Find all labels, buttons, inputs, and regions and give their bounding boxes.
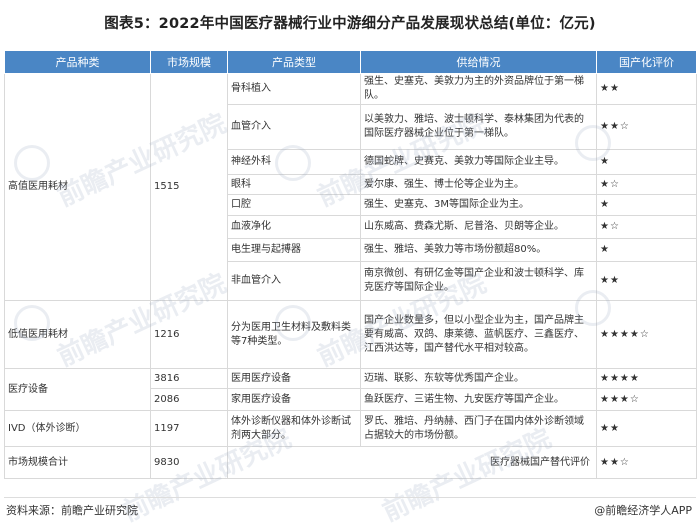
table-row: IVD（体外诊断） 1197 体外诊断仪器和体外诊断试剂两大部分。 罗氏、雅培、…: [4, 410, 697, 447]
supply-cell: 强生、雅培、美敦力等市场份额超80%。: [360, 238, 597, 262]
rating-cell: ★★☆: [596, 104, 697, 150]
header-supply: 供给情况: [360, 50, 597, 74]
type-cell: 电生理与起搏器: [227, 238, 361, 262]
rating-cell: ★☆: [596, 215, 697, 239]
type-cell: 口腔: [227, 194, 361, 216]
rating-cell: ★: [596, 194, 697, 216]
supply-cell: 强生、史塞克、3M等国际企业为主。: [360, 194, 597, 216]
supply-cell: 山东威高、费森尤斯、尼普洛、贝朗等企业。: [360, 215, 597, 239]
size-cell: 3816: [150, 368, 228, 389]
category-cell: 高值医用耗材: [4, 73, 151, 301]
type-cell: 家用医疗设备: [227, 388, 361, 411]
supply-cell: 南京微创、有研亿金等国产企业和波士顿科学、库克医疗等国际企业。: [360, 261, 597, 301]
page-title: 图表5：2022年中国医疗器械行业中游细分产品发展现状总结(单位：亿元): [104, 16, 596, 32]
type-cell: 眼科: [227, 174, 361, 195]
rating-cell: ★★★★: [596, 368, 697, 389]
type-cell: 分为医用卫生材料及敷料类等7种类型。: [227, 300, 361, 369]
table-header-row: 产品种类 市场规模 产品类型 供给情况 国产化评价: [4, 50, 697, 74]
size-cell: 1216: [150, 300, 228, 369]
table-row: 医疗设备 3816 医用医疗设备 迈瑞、联影、东软等优秀国产企业。 ★★★★: [4, 368, 697, 411]
header-rating: 国产化评价: [596, 50, 697, 74]
supply-cell: 强生、史塞克、美敦力为主的外资品牌位于第一梯队。: [360, 73, 597, 105]
rating-cell: ★★: [596, 410, 697, 447]
total-eval-label: 医疗器械国产替代评价: [227, 446, 597, 479]
total-size: 9830: [150, 446, 228, 479]
supply-cell: 迈瑞、联影、东软等优秀国产企业。: [360, 368, 597, 389]
rating-cell: ★★★★☆: [596, 300, 697, 369]
category-cell: 低值医用耗材: [4, 300, 151, 369]
total-row: 市场规模合计 9830 医疗器械国产替代评价 ★★☆: [4, 446, 697, 479]
table-row: 高值医用耗材 1515 骨科植入 强生、史塞克、美敦力为主的外资品牌位于第一梯队…: [4, 73, 697, 301]
size-cell: 1197: [150, 410, 228, 447]
brand-credit: @前瞻经济学人APP: [594, 504, 692, 517]
total-eval-rating: ★★☆: [596, 446, 697, 479]
rating-cell: ★: [596, 149, 697, 175]
category-cell: IVD（体外诊断）: [4, 410, 151, 447]
supply-cell: 罗氏、雅培、丹纳赫、西门子在国内体外诊断领域占据较大的市场份额。: [360, 410, 597, 447]
category-cell: 医疗设备: [4, 368, 151, 411]
supply-cell: 鱼跃医疗、三诺生物、九安医疗等国产企业。: [360, 388, 597, 411]
rating-cell: ★★: [596, 73, 697, 105]
supply-cell: 以美敦力、雅培、波士顿科学、泰林集团为代表的国际医疗器械企业位于第一梯队。: [360, 104, 597, 150]
rating-cell: ★: [596, 238, 697, 262]
summary-table: 产品种类 市场规模 产品类型 供给情况 国产化评价 高值医用耗材 1515 骨科…: [4, 50, 697, 479]
table-row: 低值医用耗材 1216 分为医用卫生材料及敷料类等7种类型。 国产企业数量多，但…: [4, 300, 697, 369]
rating-cell: ★☆: [596, 174, 697, 195]
header-category: 产品种类: [4, 50, 151, 74]
rating-cell: ★★: [596, 261, 697, 301]
type-cell: 非血管介入: [227, 261, 361, 301]
type-cell: 医用医疗设备: [227, 368, 361, 389]
footer-divider: [4, 497, 696, 498]
size-cell: 2086: [150, 388, 228, 411]
type-cell: 血液净化: [227, 215, 361, 239]
type-cell: 血管介入: [227, 104, 361, 150]
size-cell: 1515: [150, 73, 228, 301]
supply-cell: 德国蛇牌、史赛克、美敦力等国际企业主导。: [360, 149, 597, 175]
type-cell: 骨科植入: [227, 73, 361, 105]
rating-cell: ★★★☆: [596, 388, 697, 411]
source-note: 资料来源：前瞻产业研究院: [6, 504, 138, 517]
header-size: 市场规模: [150, 50, 228, 74]
type-cell: 体外诊断仪器和体外诊断试剂两大部分。: [227, 410, 361, 447]
header-type: 产品类型: [227, 50, 361, 74]
total-label: 市场规模合计: [4, 446, 151, 479]
type-cell: 神经外科: [227, 149, 361, 175]
supply-cell: 爱尔康、强生、博士伦等企业为主。: [360, 174, 597, 195]
supply-cell: 国产企业数量多，但以小型企业为主，国产品牌主要有威高、双鸽、康莱德、蓝帆医疗、三…: [360, 300, 597, 369]
